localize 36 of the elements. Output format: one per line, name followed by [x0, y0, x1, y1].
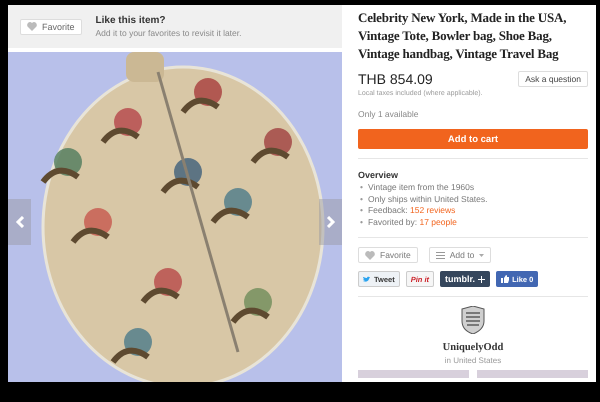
tumblr-share-button[interactable]: tumblr. — [440, 271, 490, 287]
bullet: • — [360, 182, 363, 194]
banner-subtitle: Add it to your favorites to revisit it later. — [96, 28, 242, 38]
ask-question-button[interactable]: Ask a question — [518, 71, 588, 87]
next-button[interactable] — [319, 199, 342, 245]
overview-item: Favorited by: 17 people — [368, 216, 457, 228]
banner-title: Like this item? — [96, 15, 167, 26]
menu-icon — [436, 252, 445, 258]
availability: Only 1 available — [358, 109, 420, 119]
overview-heading: Overview — [358, 170, 400, 180]
price: THB 854.09 — [358, 71, 433, 87]
heart-icon — [27, 22, 37, 31]
bird-icon — [363, 276, 371, 282]
shop-location: in United States — [444, 356, 502, 365]
overview-item: Only ships within United States. — [368, 194, 488, 205]
bullet: • — [360, 216, 363, 228]
overview-item: Vintage item from the 1960s — [368, 182, 474, 194]
add-to-button[interactable]: Add to — [428, 247, 492, 263]
plus-icon — [478, 276, 486, 282]
chevron-left-icon — [16, 216, 24, 228]
bullet: • — [360, 205, 363, 216]
add-to-cart-button[interactable]: Add to cart — [358, 129, 588, 149]
previous-button[interactable] — [8, 199, 31, 245]
chevron-right-icon — [326, 216, 334, 228]
favorite-button[interactable]: Favorite — [20, 18, 82, 34]
bullet: • — [360, 194, 363, 205]
caret-icon — [479, 254, 484, 256]
overview-link[interactable]: 17 people — [419, 216, 457, 226]
heart-icon — [365, 250, 375, 260]
shop-name[interactable]: UniquelyOdd — [442, 342, 504, 353]
shop-badge-icon — [460, 306, 486, 334]
overview-item: Feedback: 152 reviews — [368, 205, 456, 216]
listing-title: Celebrity New York, Made in the USA, Vintage Tote, Bowler bag, Shoe Bag, Vintage handbag, Vintage Travel Bag — [358, 9, 568, 63]
favorite-button[interactable]: Favorite — [358, 247, 418, 263]
overview-link[interactable]: 152 reviews — [410, 205, 456, 215]
thumbs-up-icon — [501, 275, 510, 283]
